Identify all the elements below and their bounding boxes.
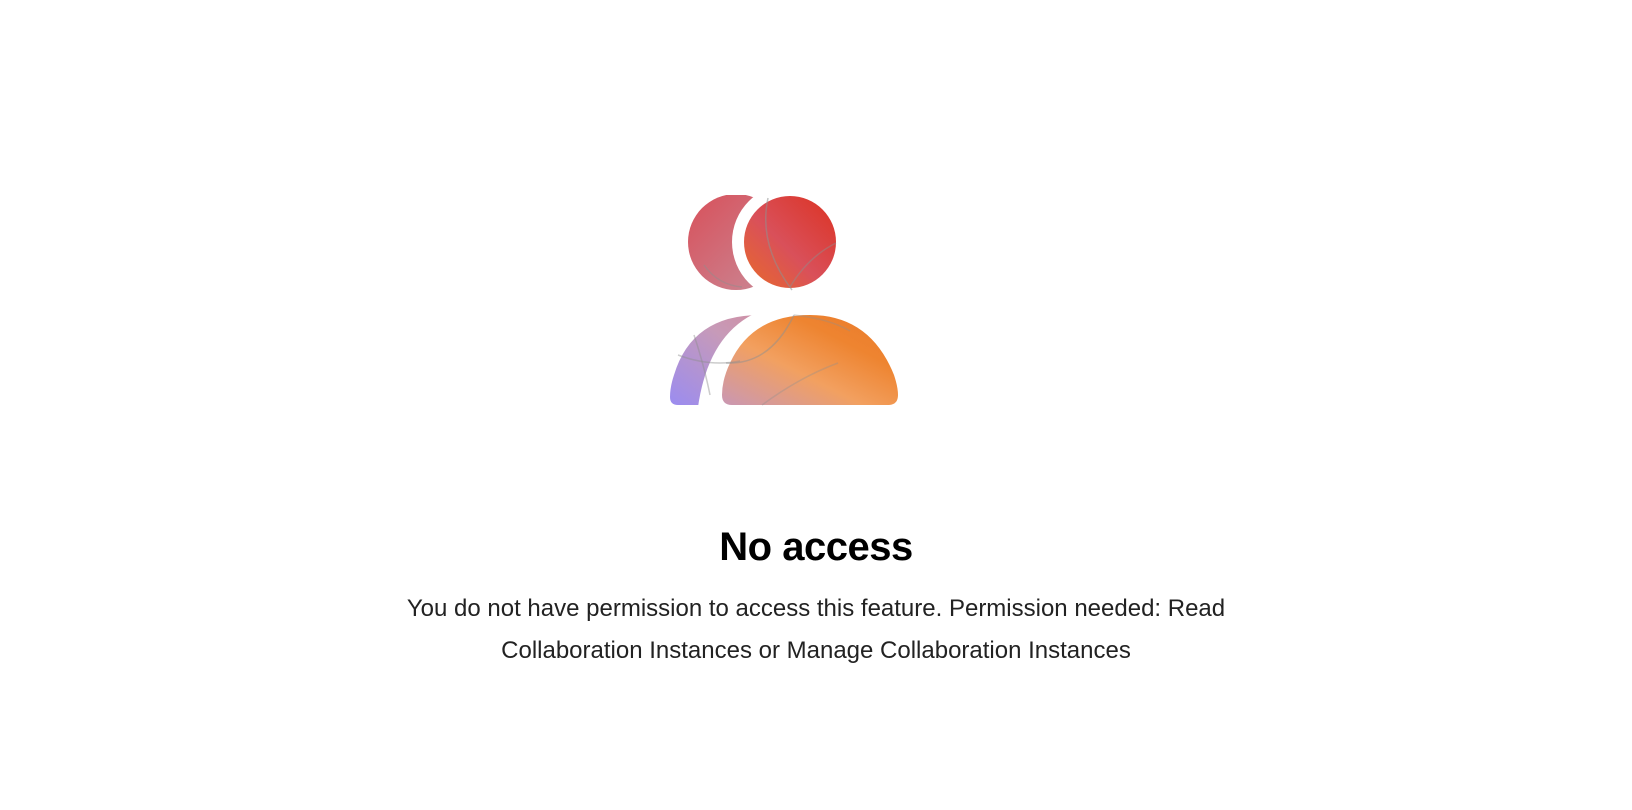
no-access-page: No access You do not have permission to … bbox=[0, 0, 1632, 810]
permission-message: You do not have permission to access thi… bbox=[406, 595, 1226, 664]
users-no-access-icon bbox=[670, 184, 940, 425]
page-title: No access bbox=[719, 525, 913, 569]
